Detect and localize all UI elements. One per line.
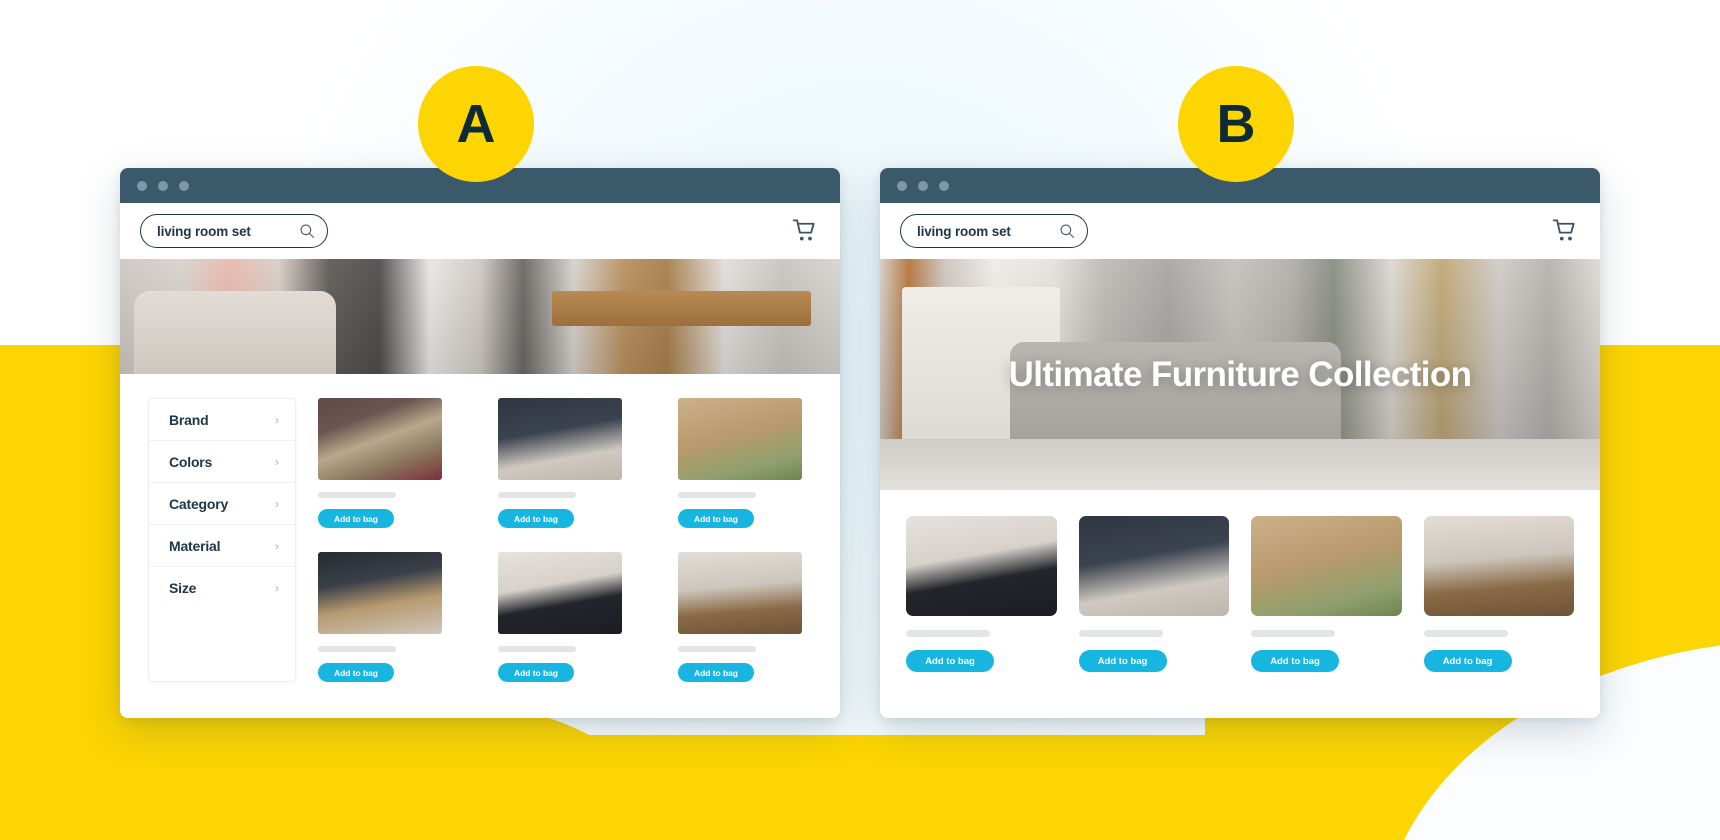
product-title-placeholder [1251,630,1335,637]
add-to-bag-button[interactable]: Add to bag [498,509,574,528]
variant-a-product-grid: Add to bag Add to bag Add to bag Add to … [318,398,818,682]
product-thumbnail[interactable] [498,552,622,634]
add-to-bag-button[interactable]: Add to bag [1423,650,1512,672]
add-to-bag-button[interactable]: Add to bag [678,663,754,682]
sidebar-item-material[interactable]: Material › [149,525,295,567]
add-to-bag-button[interactable]: Add to bag [498,663,574,682]
window-dot-close[interactable] [897,180,907,191]
product-title-placeholder [678,492,756,498]
product-thumbnail[interactable] [498,398,622,480]
add-to-bag-button[interactable]: Add to bag [318,509,394,528]
window-dot-maximize[interactable] [939,180,949,191]
sidebar-item-label: Material [169,537,221,554]
product-card[interactable]: Add to bag [498,398,638,528]
product-card[interactable]: Add to bag [318,552,458,682]
product-thumbnail[interactable] [906,516,1057,616]
yellow-shape-bottom [490,735,1270,840]
window-dot-minimize[interactable] [918,180,928,191]
variant-a-window: living room set Brand › Colors › Categor… [120,168,840,718]
add-to-bag-button[interactable]: Add to bag [1251,650,1339,672]
product-thumbnail[interactable] [678,398,802,480]
product-card[interactable]: Add to bag [1423,516,1574,672]
product-title-placeholder [906,630,990,637]
product-thumbnail[interactable] [318,398,442,480]
product-thumbnail[interactable] [318,552,442,634]
product-thumbnail[interactable] [1078,516,1229,616]
product-card[interactable]: Add to bag [678,398,818,528]
variant-a-hero-image [120,259,840,374]
product-thumbnail[interactable] [678,552,802,634]
variant-a-toolbar: living room set [120,203,840,259]
grid-row-spacer [498,528,638,552]
window-dot-minimize[interactable] [158,180,168,191]
window-dot-maximize[interactable] [179,180,189,191]
sidebar-item-colors[interactable]: Colors › [149,441,295,483]
search-input[interactable]: living room set [900,214,1088,248]
search-input-value: living room set [917,223,1011,239]
product-card[interactable]: Add to bag [1251,516,1402,672]
search-icon [300,224,314,238]
product-card[interactable]: Add to bag [1078,516,1229,672]
variant-b-hero-image: Ultimate Furniture Collection [880,259,1600,490]
product-title-placeholder [1423,630,1508,637]
product-card[interactable]: Add to bag [678,552,818,682]
chevron-right-icon: › [275,454,279,469]
chevron-right-icon: › [275,538,279,553]
variant-a-content: Brand › Colors › Category › Material › S… [120,374,840,682]
product-title-placeholder [678,646,756,652]
search-input[interactable]: living room set [140,214,328,248]
product-thumbnail[interactable] [1251,516,1402,616]
shopping-cart-icon[interactable] [1552,218,1578,244]
variant-b-product-grid: Add to bag Add to bag Add to bag Add to … [880,490,1600,672]
product-title-placeholder [318,492,396,498]
product-title-placeholder [318,646,396,652]
grid-row-spacer [318,528,458,552]
sidebar-item-label: Colors [169,453,213,470]
grid-row-spacer [678,528,818,552]
product-title-placeholder [498,646,576,652]
product-title-placeholder [1078,630,1163,637]
variant-b-window: living room set Ultimate Furniture Colle… [880,168,1600,718]
add-to-bag-button[interactable]: Add to bag [318,663,394,682]
chevron-right-icon: › [275,412,279,427]
sidebar-item-label: Size [169,580,197,596]
product-title-placeholder [498,492,576,498]
window-dot-close[interactable] [137,180,147,191]
sidebar-item-brand[interactable]: Brand › [149,399,295,441]
hero-scene-living-room [120,259,840,374]
hero-floor [880,439,1600,490]
product-thumbnail[interactable] [1423,516,1574,616]
sidebar-item-size[interactable]: Size › [149,567,295,609]
search-icon [1060,224,1074,238]
product-card[interactable]: Add to bag [498,552,638,682]
sidebar-item-category[interactable]: Category › [149,483,295,525]
variant-b-badge: B [1178,66,1294,182]
shopping-cart-icon[interactable] [792,218,818,244]
filter-sidebar: Brand › Colors › Category › Material › S… [148,398,296,682]
add-to-bag-button[interactable]: Add to bag [678,509,754,528]
chevron-right-icon: › [275,496,279,511]
sidebar-item-label: Category [169,495,229,512]
search-input-value: living room set [157,223,251,239]
product-card[interactable]: Add to bag [906,516,1057,672]
sidebar-item-label: Brand [169,411,209,428]
chevron-right-icon: › [275,581,279,595]
variant-a-badge: A [418,66,534,182]
add-to-bag-button[interactable]: Add to bag [906,650,994,672]
add-to-bag-button[interactable]: Add to bag [1078,650,1167,672]
hero-headline: Ultimate Furniture Collection [1008,354,1473,394]
variant-b-toolbar: living room set [880,203,1600,259]
product-card[interactable]: Add to bag [318,398,458,528]
